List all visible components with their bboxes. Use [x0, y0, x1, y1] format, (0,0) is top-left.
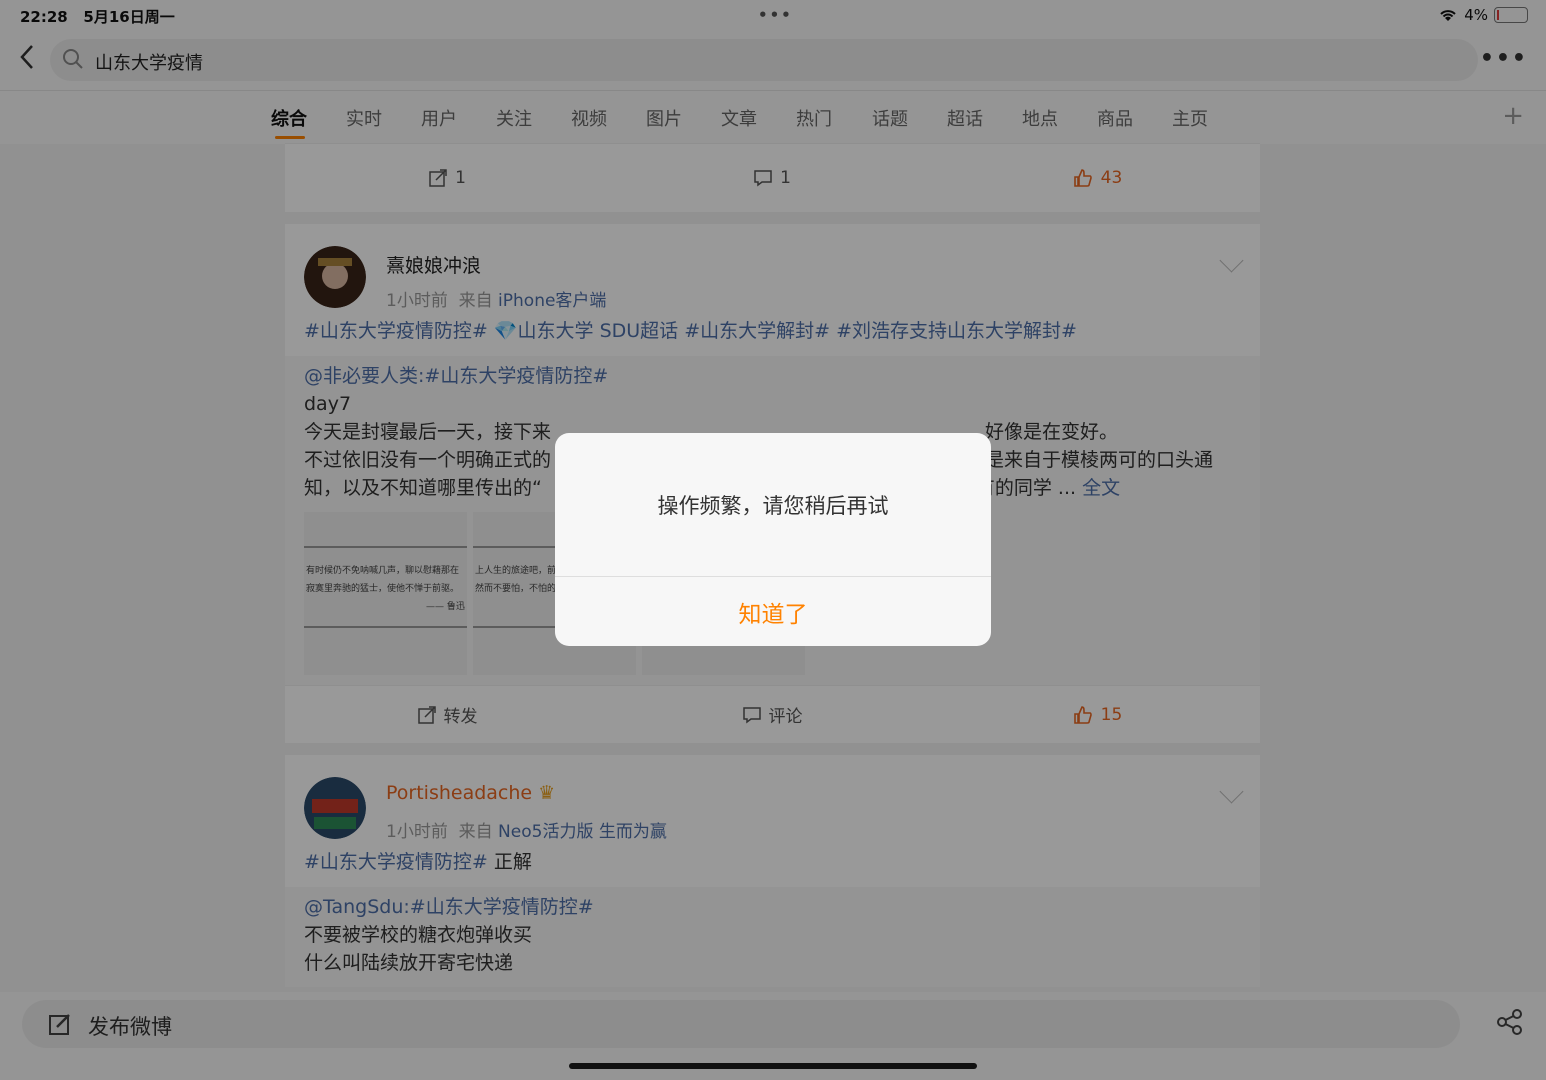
- alert-dialog: 操作频繁，请您稍后再试 知道了: [555, 433, 991, 646]
- home-indicator[interactable]: [569, 1063, 977, 1069]
- alert-message: 操作频繁，请您稍后再试: [657, 493, 889, 518]
- alert-ok-button[interactable]: 知道了: [555, 576, 991, 646]
